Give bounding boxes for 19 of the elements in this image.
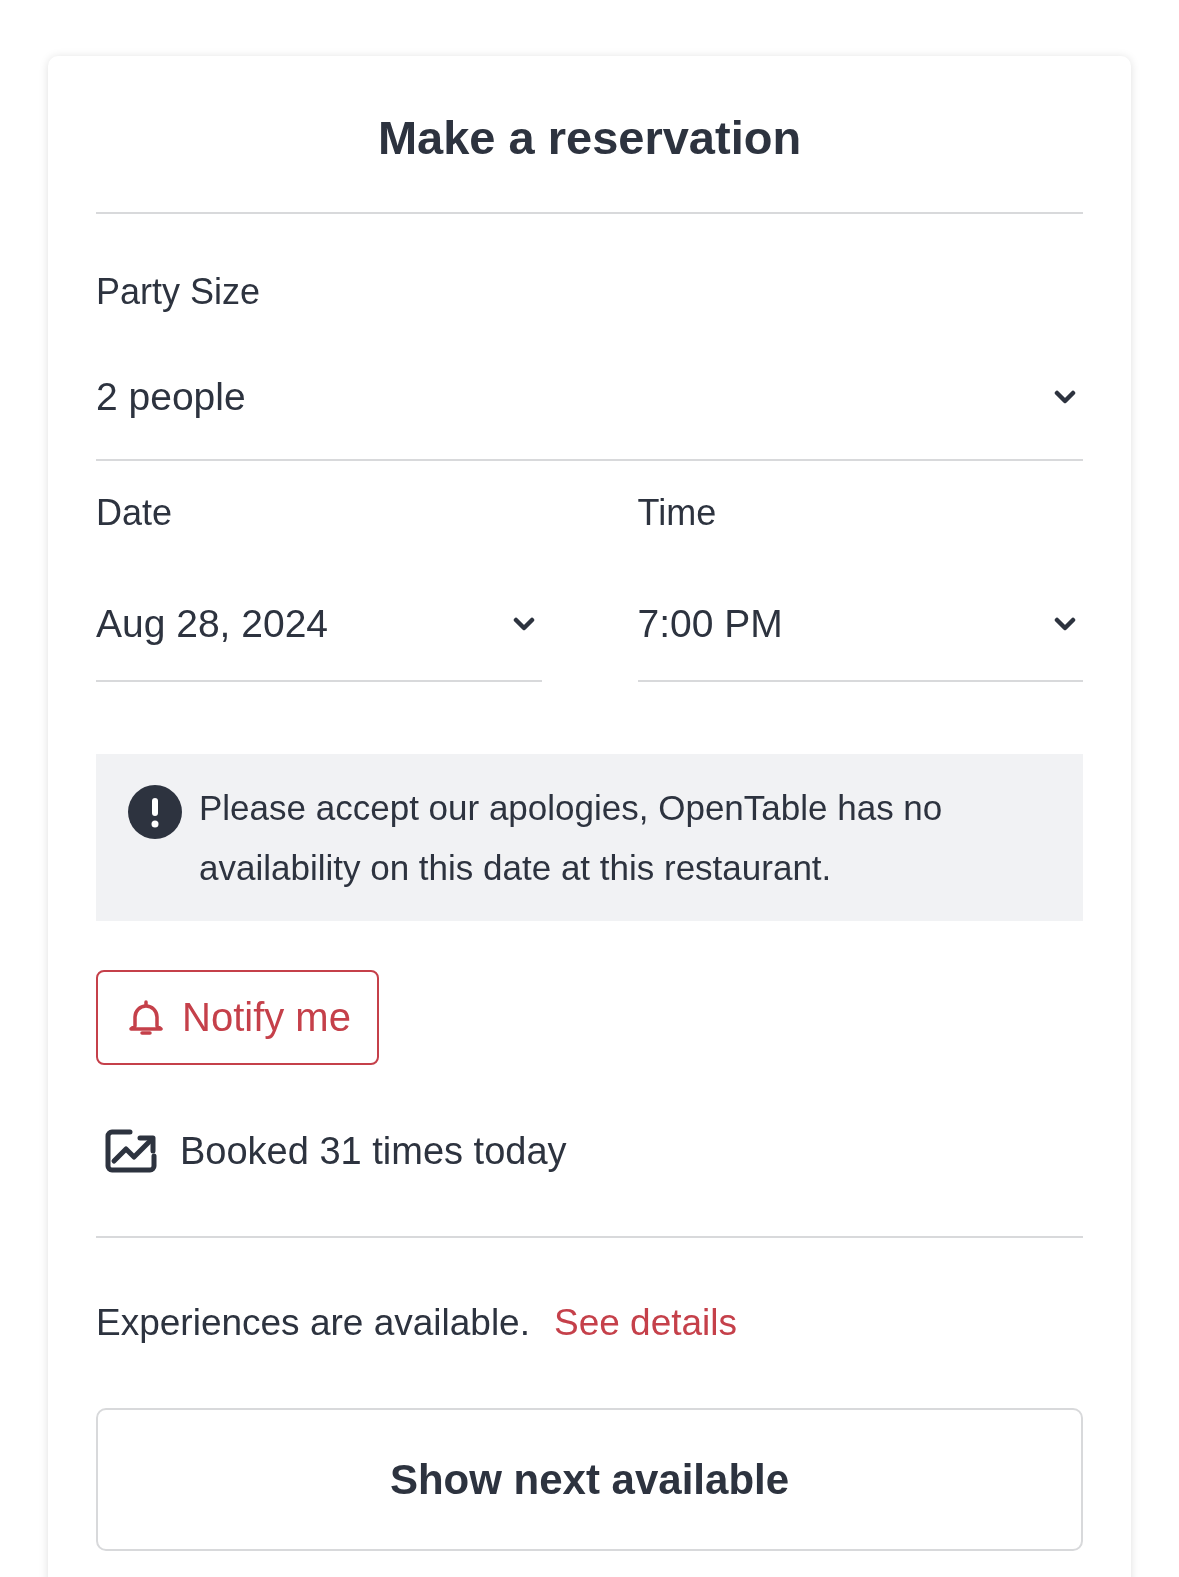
trend-chart-icon (104, 1128, 158, 1174)
booking-count-text: Booked 31 times today (180, 1129, 567, 1174)
exclamation-icon (128, 785, 182, 839)
chevron-down-icon (1054, 390, 1076, 404)
party-size-dropdown[interactable]: 2 people (96, 363, 1083, 461)
bell-icon (126, 997, 166, 1038)
field-label: Time (637, 493, 718, 533)
field-label: Date (96, 493, 174, 533)
field-label: Party Size (96, 272, 262, 312)
notify-button[interactable]: Notify me (96, 970, 379, 1065)
show-next-available-button[interactable]: Show next available (96, 1408, 1083, 1551)
experiences-text: Experiences are available. See details (96, 1301, 739, 1345)
date-dropdown[interactable]: Aug 28, 2024 (96, 590, 542, 682)
chevron-down-icon (512, 617, 535, 631)
reservation-title: Make a reservation (377, 116, 802, 160)
chevron-down-icon (1054, 617, 1076, 631)
see-details-link[interactable]: See details (554, 1302, 738, 1343)
alert-message: Please accept our apologies, OpenTable has no availability on this date at this restaurant. (199, 787, 944, 889)
time-dropdown[interactable]: 7:00 PM (637, 590, 1083, 682)
